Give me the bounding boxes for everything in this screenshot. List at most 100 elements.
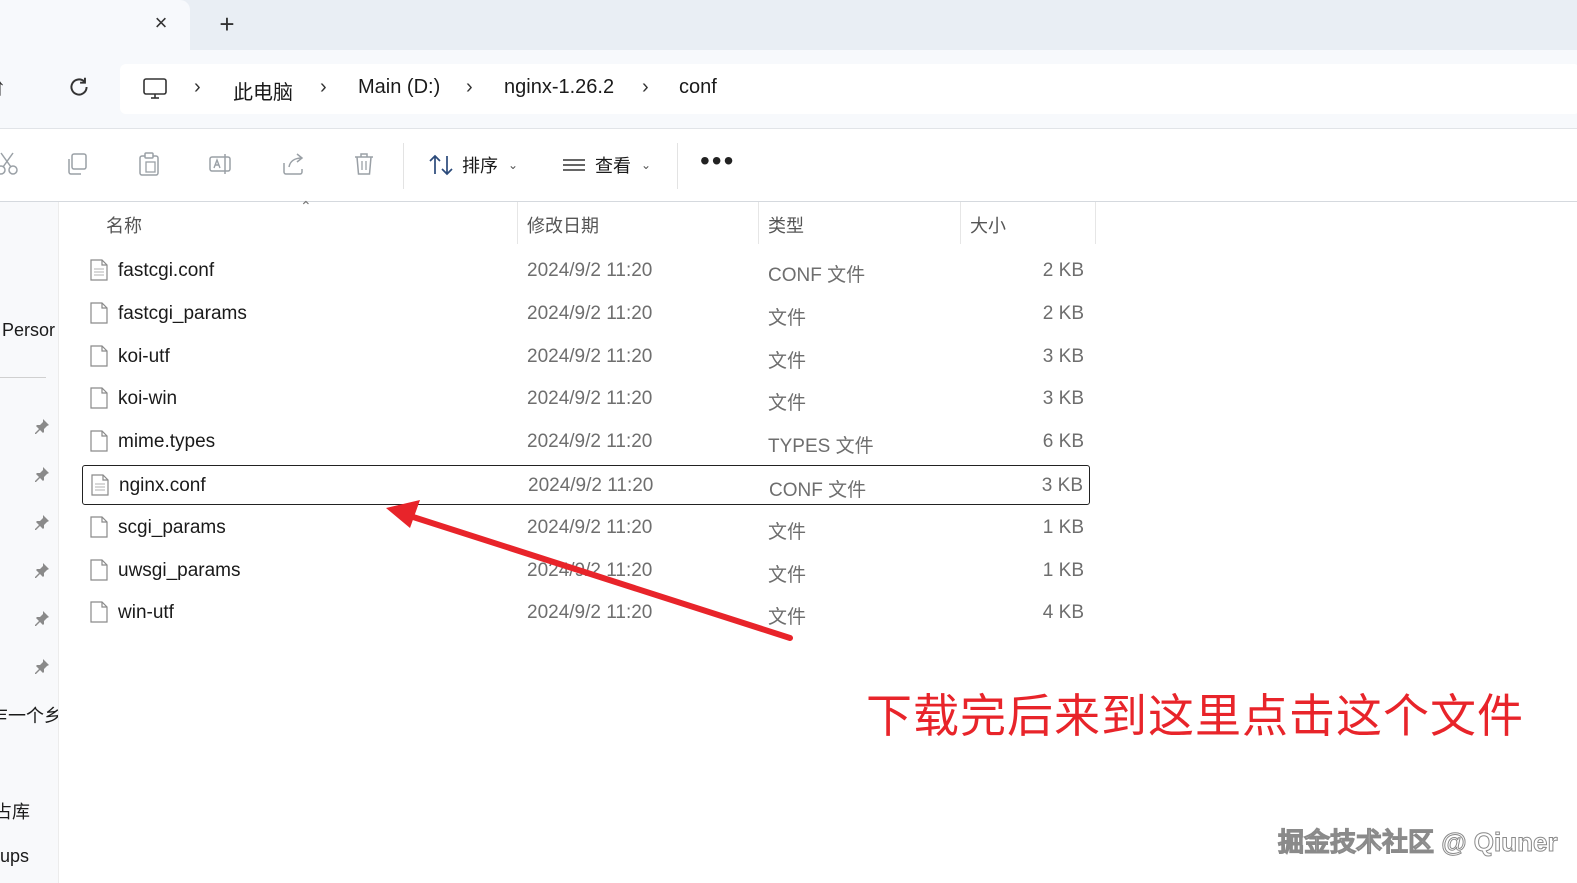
address-bar[interactable]: › 此电脑 › Main (D:) › nginx-1.26.2 › conf: [120, 64, 1577, 114]
file-icon: [90, 558, 108, 581]
breadcrumb-nginx[interactable]: nginx-1.26.2: [504, 76, 614, 99]
file-row[interactable]: nginx.conf 2024/9/2 11:20 CONF 文件 3 KB: [82, 465, 1090, 505]
delete-icon[interactable]: [351, 151, 377, 177]
file-date: 2024/9/2 11:20: [527, 516, 653, 538]
file-name: mime.types: [118, 431, 216, 453]
close-tab-icon[interactable]: ×: [148, 10, 174, 36]
file-date: 2024/9/2 11:20: [528, 475, 654, 496]
breadcrumb-this-pc[interactable]: 此电脑: [233, 76, 293, 105]
sidebar-item-folder[interactable]: 乍一个乡: [0, 702, 58, 728]
copy-icon[interactable]: [64, 151, 90, 177]
file-icon: [90, 516, 108, 538]
up-arrow-icon[interactable]: ↑: [0, 74, 6, 102]
file-type: 文件: [768, 393, 807, 415]
conf-file-icon: [91, 474, 109, 496]
file-size: 1 KB: [1042, 559, 1084, 581]
pin-icon[interactable]: [34, 610, 50, 626]
command-bar: 排序 ⌄ 查看 ⌄ •••: [0, 129, 1577, 202]
column-separator[interactable]: [517, 202, 518, 244]
column-header-type[interactable]: 类型: [768, 212, 804, 238]
file-size: 1 KB: [1042, 516, 1084, 538]
file-size: 6 KB: [1042, 431, 1084, 453]
breadcrumb-separator[interactable]: ›: [194, 76, 201, 99]
file-icon: [90, 430, 108, 452]
file-size: 3 KB: [1042, 388, 1084, 410]
column-header-date[interactable]: 修改日期: [527, 212, 599, 238]
column-separator[interactable]: [960, 202, 961, 244]
file-date: 2024/9/2 11:20: [527, 388, 653, 410]
breadcrumb-separator[interactable]: ›: [642, 76, 649, 99]
share-icon[interactable]: [280, 151, 306, 177]
tab-strip: × +: [0, 0, 1577, 50]
column-header-name[interactable]: 名称: [106, 212, 142, 238]
paste-icon[interactable]: [136, 151, 162, 177]
refresh-icon[interactable]: [66, 74, 92, 100]
breadcrumb-drive[interactable]: Main (D:): [358, 76, 440, 99]
conf-file-icon: [90, 259, 108, 281]
pin-icon[interactable]: [34, 562, 50, 578]
file-name: fastcgi_params: [118, 302, 247, 324]
new-tab-icon[interactable]: +: [212, 10, 242, 40]
this-pc-icon[interactable]: [142, 77, 168, 101]
file-date: 2024/9/2 11:20: [527, 559, 653, 581]
file-size: 2 KB: [1042, 260, 1084, 281]
sort-button[interactable]: 排序 ⌄: [428, 149, 518, 181]
file-name: win-utf: [118, 602, 174, 624]
breadcrumb-separator[interactable]: ›: [320, 76, 327, 99]
file-date: 2024/9/2 11:20: [527, 260, 653, 281]
file-name: koi-utf: [118, 345, 170, 367]
file-type: CONF 文件: [769, 480, 867, 501]
cut-icon[interactable]: [0, 151, 20, 177]
column-header-row: 名称 修改日期 类型 大小: [60, 202, 1100, 244]
file-type: 文件: [768, 307, 807, 329]
pin-icon[interactable]: [34, 418, 50, 434]
file-type: 文件: [768, 607, 807, 629]
sidebar-item-groups[interactable]: ups: [0, 846, 29, 867]
file-row[interactable]: uwsgi_params 2024/9/2 11:20 文件 1 KB: [82, 551, 1090, 591]
view-label: 查看: [595, 156, 631, 176]
file-date: 2024/9/2 11:20: [527, 345, 653, 367]
file-type: CONF 文件: [768, 265, 866, 286]
file-icon: [90, 601, 108, 623]
file-row[interactable]: win-utf 2024/9/2 11:20 文件 4 KB: [82, 593, 1090, 633]
more-options-icon[interactable]: •••: [700, 147, 735, 175]
pin-icon[interactable]: [34, 658, 50, 674]
file-row[interactable]: fastcgi_params 2024/9/2 11:20 文件 2 KB: [82, 294, 1090, 334]
file-row[interactable]: koi-win 2024/9/2 11:20 文件 3 KB: [82, 379, 1090, 419]
annotation-text: 下载完后来到这里点击这个文件: [866, 690, 1524, 742]
breadcrumb-separator[interactable]: ›: [466, 76, 473, 99]
file-icon: [90, 344, 108, 367]
column-separator[interactable]: [1095, 202, 1096, 244]
chevron-down-icon: ⌄: [641, 158, 652, 172]
file-size: 3 KB: [1041, 475, 1083, 496]
active-tab[interactable]: ×: [0, 0, 190, 50]
sidebar-divider: [0, 377, 46, 378]
sidebar-item-personal[interactable]: Persor: [2, 320, 55, 341]
file-name: fastcgi.conf: [118, 260, 215, 281]
file-size: 4 KB: [1042, 602, 1084, 624]
sort-icon: [429, 154, 453, 176]
chevron-down-icon: ⌄: [508, 158, 519, 172]
file-date: 2024/9/2 11:20: [527, 302, 653, 324]
file-name: koi-win: [118, 388, 178, 410]
file-row[interactable]: mime.types 2024/9/2 11:20 TYPES 文件 6 KB: [82, 422, 1090, 462]
navigation-pane: Persor 乍一个乡 占库 ups: [0, 202, 59, 883]
file-row[interactable]: fastcgi.conf 2024/9/2 11:20 CONF 文件 2 KB: [82, 251, 1090, 291]
pin-icon[interactable]: [34, 514, 50, 530]
sort-label: 排序: [462, 156, 498, 176]
file-row[interactable]: koi-utf 2024/9/2 11:20 文件 3 KB: [82, 337, 1090, 377]
pin-icon[interactable]: [34, 466, 50, 482]
rename-icon[interactable]: [208, 151, 234, 177]
file-size: 2 KB: [1042, 302, 1084, 324]
column-separator[interactable]: [758, 202, 759, 244]
sidebar-item-library[interactable]: 占库: [0, 798, 30, 824]
view-list-icon: [563, 159, 585, 171]
view-button[interactable]: 查看 ⌄: [561, 149, 651, 181]
breadcrumb-conf[interactable]: conf: [679, 76, 717, 99]
column-header-size[interactable]: 大小: [970, 212, 1006, 238]
file-icon: [90, 302, 108, 324]
file-date: 2024/9/2 11:20: [527, 431, 653, 453]
file-type: 文件: [768, 350, 807, 372]
watermark: 掘金技术社区 @ Qiuner: [1278, 827, 1559, 858]
file-row[interactable]: scgi_params 2024/9/2 11:20 文件 1 KB: [82, 508, 1090, 548]
